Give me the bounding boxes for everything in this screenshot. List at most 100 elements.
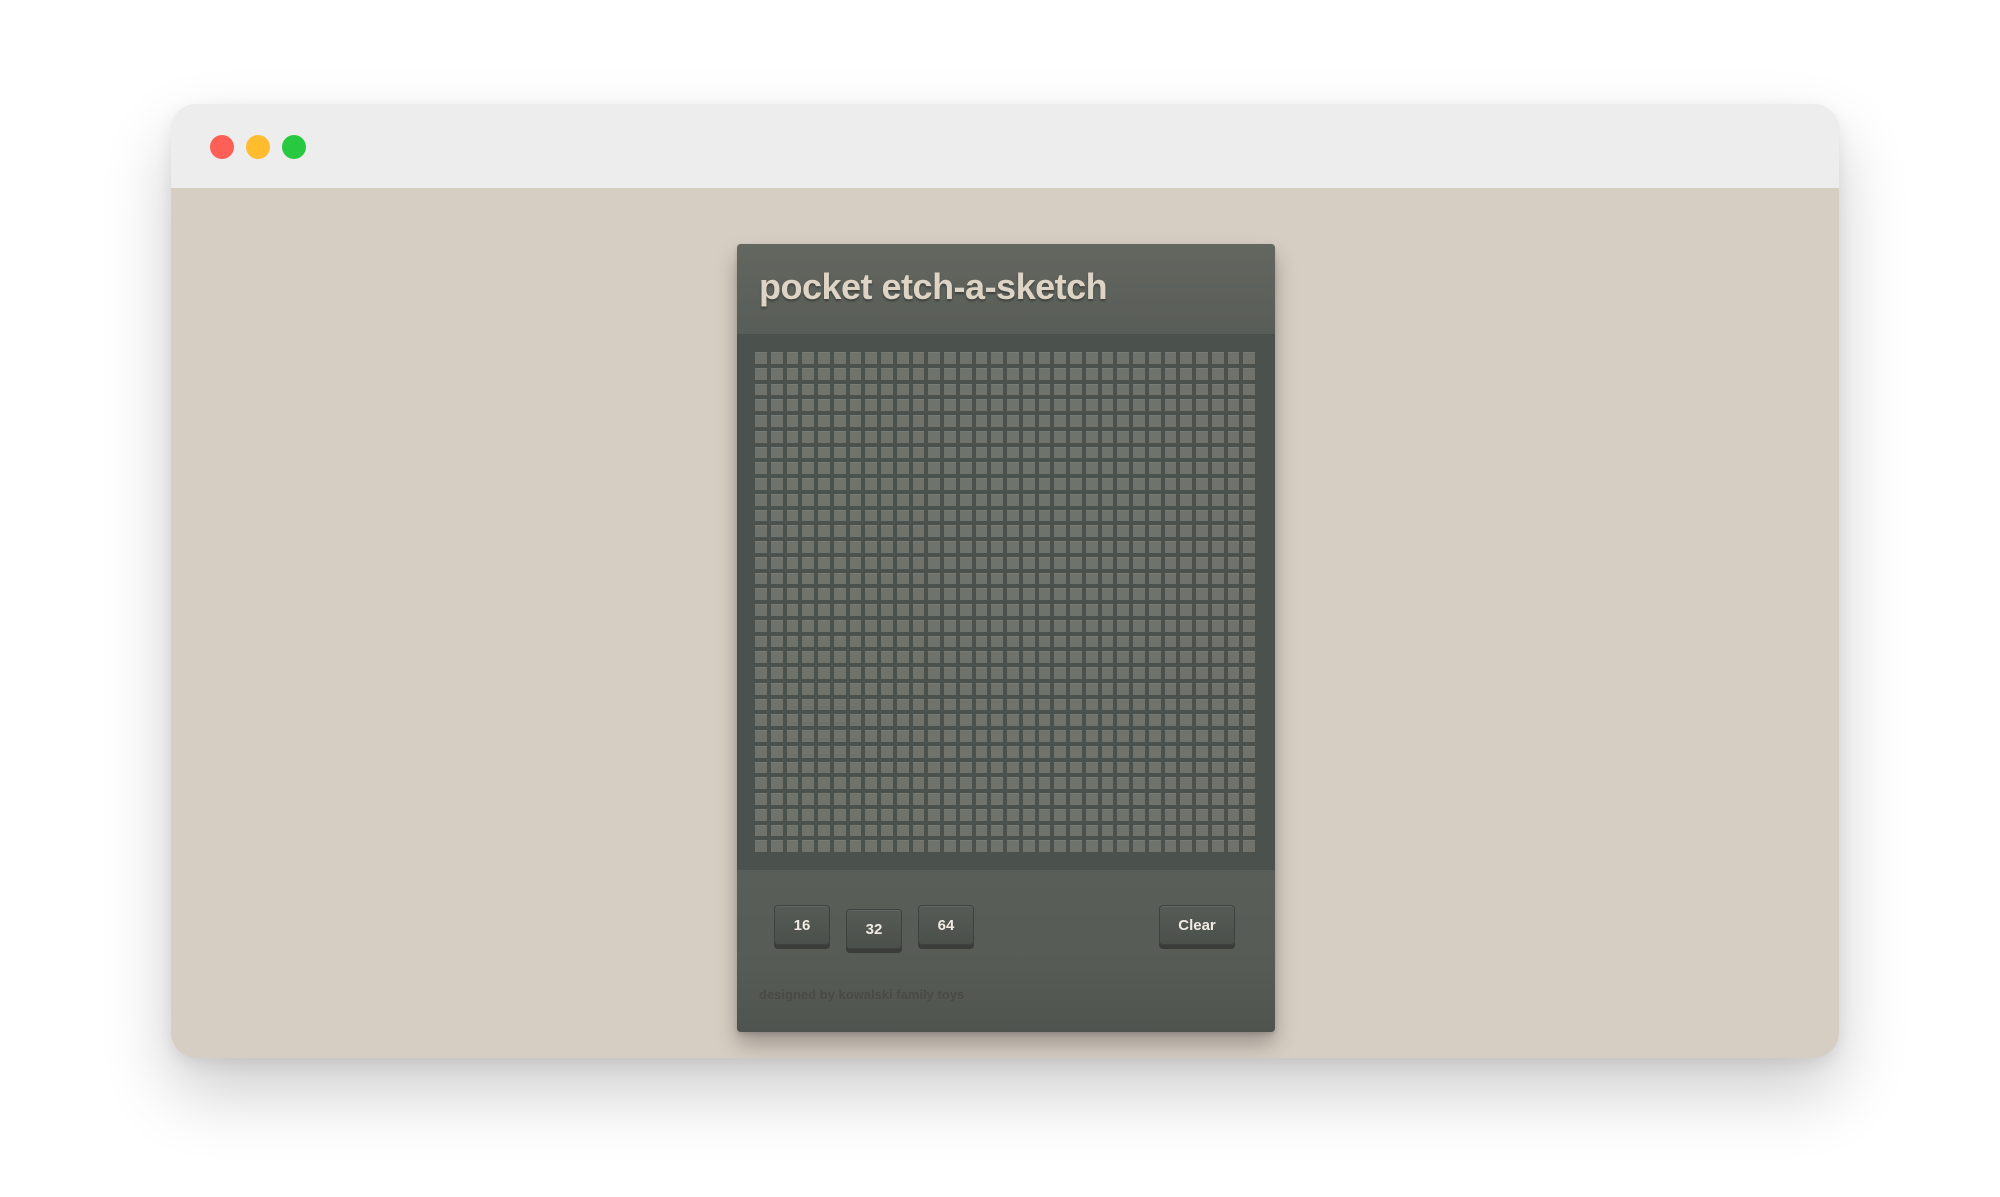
grid-cell[interactable] [865,352,877,364]
grid-cell[interactable] [1054,619,1066,632]
grid-cell[interactable] [1227,619,1240,632]
grid-cell[interactable] [1054,777,1066,789]
grid-cell[interactable] [1227,682,1240,695]
grid-cell[interactable] [865,588,877,600]
grid-cell[interactable] [1180,793,1192,805]
grid-cell[interactable] [1227,493,1240,506]
grid-cell[interactable] [1022,415,1035,427]
grid-cell[interactable] [865,572,877,585]
grid-cell[interactable] [975,430,988,443]
grid-cell[interactable] [1133,824,1145,837]
grid-cell[interactable] [833,399,846,411]
grid-cell[interactable] [1070,383,1082,396]
grid-cell[interactable] [959,509,972,522]
grid-cell[interactable] [881,840,893,852]
grid-cell[interactable] [1054,383,1066,396]
grid-cell[interactable] [881,478,893,490]
grid-cell[interactable] [1022,383,1035,396]
grid-cell[interactable] [1211,793,1224,805]
grid-cell[interactable] [755,682,767,695]
grid-cell[interactable] [975,572,988,585]
grid-cell[interactable] [881,793,893,805]
grid-cell[interactable] [896,824,909,837]
grid-cell[interactable] [1243,352,1255,364]
grid-cell[interactable] [1164,682,1177,695]
grid-cell[interactable] [881,714,893,726]
grid-cell[interactable] [1243,793,1255,805]
grid-cell[interactable] [818,525,830,537]
grid-cell[interactable] [1070,556,1082,569]
grid-cell[interactable] [1007,777,1019,789]
grid-cell[interactable] [1133,808,1145,821]
grid-cell[interactable] [865,509,877,522]
grid-cell[interactable] [865,541,877,553]
grid-cell[interactable] [786,509,799,522]
grid-cell[interactable] [912,415,925,427]
grid-cell[interactable] [833,698,846,711]
grid-cell[interactable] [881,556,893,569]
grid-cell[interactable] [1038,478,1051,490]
grid-cell[interactable] [1148,840,1161,852]
grid-cell[interactable] [944,493,956,506]
grid-cell[interactable] [1085,824,1098,837]
grid-cell[interactable] [912,824,925,837]
grid-cell[interactable] [1180,808,1192,821]
grid-cell[interactable] [1070,698,1082,711]
grid-cell[interactable] [1038,777,1051,789]
grid-cell[interactable] [944,604,956,616]
grid-cell[interactable] [912,509,925,522]
grid-cell[interactable] [1227,478,1240,490]
grid-cell[interactable] [1180,556,1192,569]
grid-cell[interactable] [1007,525,1019,537]
grid-cell[interactable] [1101,446,1114,459]
grid-cell[interactable] [1180,635,1192,648]
grid-cell[interactable] [1164,446,1177,459]
grid-cell[interactable] [912,840,925,852]
grid-cell[interactable] [1085,619,1098,632]
grid-cell[interactable] [928,619,940,632]
grid-cell[interactable] [1133,352,1145,364]
grid-cell[interactable] [1243,478,1255,490]
grid-cell[interactable] [1007,556,1019,569]
grid-cell[interactable] [770,682,783,695]
grid-cell[interactable] [896,383,909,396]
grid-cell[interactable] [991,793,1003,805]
grid-cell[interactable] [1148,446,1161,459]
grid-cell[interactable] [849,777,862,789]
grid-cell[interactable] [896,619,909,632]
grid-cell[interactable] [896,493,909,506]
grid-cell[interactable] [975,745,988,758]
grid-cell[interactable] [1038,572,1051,585]
grid-cell[interactable] [833,777,846,789]
grid-cell[interactable] [912,761,925,774]
grid-cell[interactable] [959,682,972,695]
grid-cell[interactable] [1133,745,1145,758]
grid-cell[interactable] [1211,777,1224,789]
grid-cell[interactable] [1022,588,1035,600]
grid-cell[interactable] [1180,367,1192,380]
grid-cell[interactable] [896,840,909,852]
grid-cell[interactable] [1007,541,1019,553]
grid-cell[interactable] [802,525,814,537]
grid-cell[interactable] [770,635,783,648]
grid-cell[interactable] [1007,698,1019,711]
grid-cell[interactable] [1117,462,1129,474]
grid-cell[interactable] [1101,525,1114,537]
grid-cell[interactable] [1211,619,1224,632]
grid-cell[interactable] [1180,745,1192,758]
grid-cell[interactable] [928,525,940,537]
grid-cell[interactable] [849,446,862,459]
grid-cell[interactable] [1007,651,1019,663]
grid-cell[interactable] [1038,415,1051,427]
grid-cell[interactable] [786,493,799,506]
grid-cell[interactable] [912,430,925,443]
grid-cell[interactable] [1180,761,1192,774]
grid-cell[interactable] [833,635,846,648]
grid-cell[interactable] [944,840,956,852]
grid-cell[interactable] [849,698,862,711]
grid-cell[interactable] [1180,462,1192,474]
grid-cell[interactable] [944,525,956,537]
grid-cell[interactable] [1038,714,1051,726]
grid-cell[interactable] [865,415,877,427]
grid-cell[interactable] [1227,604,1240,616]
